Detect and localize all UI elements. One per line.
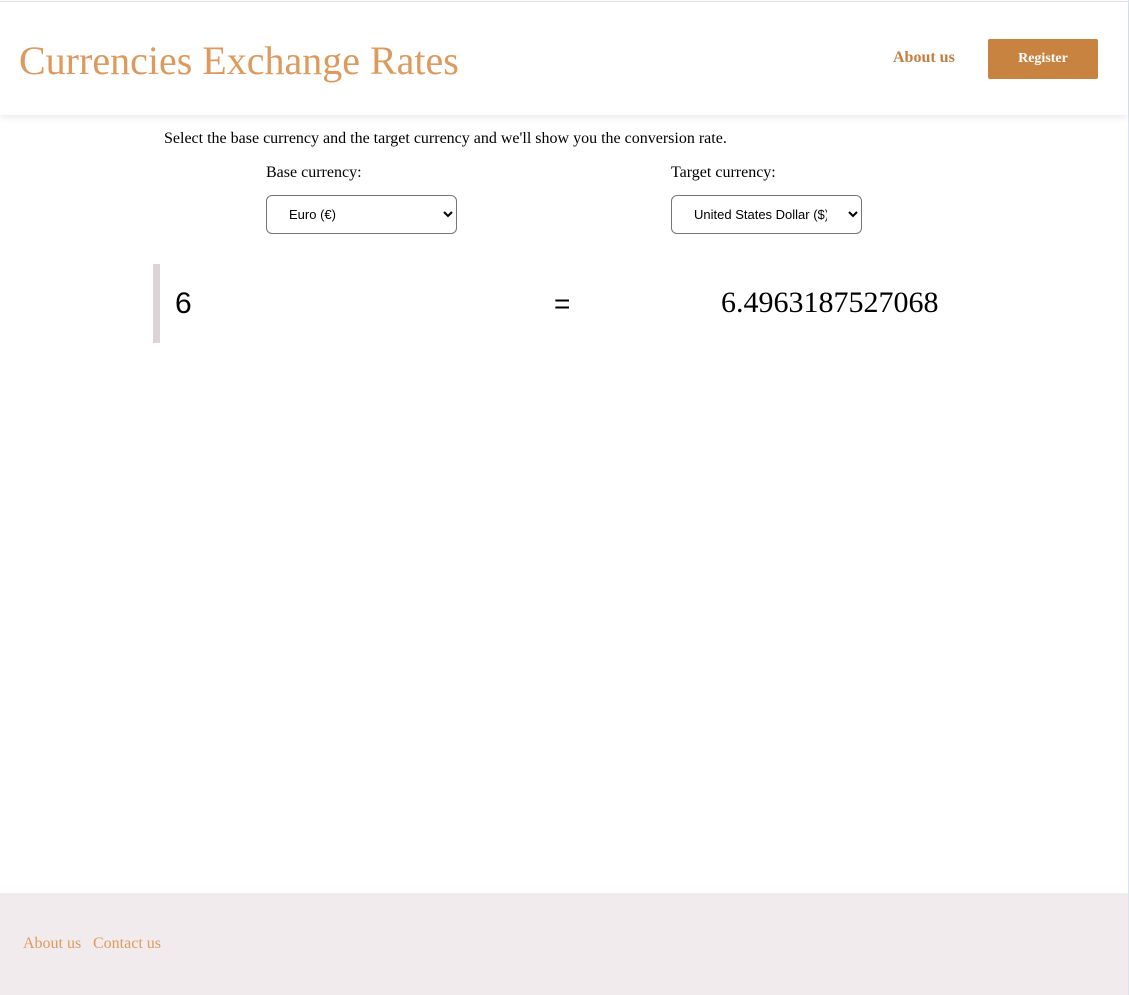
register-button[interactable]: Register — [988, 39, 1098, 79]
base-currency-label: Base currency: — [266, 164, 362, 181]
base-currency-select[interactable]: Euro (€) — [266, 195, 457, 234]
intro-text: Select the base currency and the target … — [164, 130, 727, 147]
site-title: Currencies Exchange Rates — [19, 38, 459, 83]
site-header: Currencies Exchange Rates About us Regis… — [0, 1, 1128, 115]
target-currency-label: Target currency: — [671, 164, 776, 181]
amount-input[interactable] — [153, 264, 533, 343]
equals-sign: = — [554, 288, 571, 319]
conversion-result: 6.4963187527068 — [721, 286, 939, 319]
target-currency-select[interactable]: United States Dollar ($) — [671, 195, 862, 234]
footer-contact-link[interactable]: Contact us — [93, 935, 161, 953]
nav-about-link[interactable]: About us — [893, 49, 955, 67]
site-footer: About us Contact us — [0, 893, 1128, 995]
footer-about-link[interactable]: About us — [23, 935, 81, 953]
